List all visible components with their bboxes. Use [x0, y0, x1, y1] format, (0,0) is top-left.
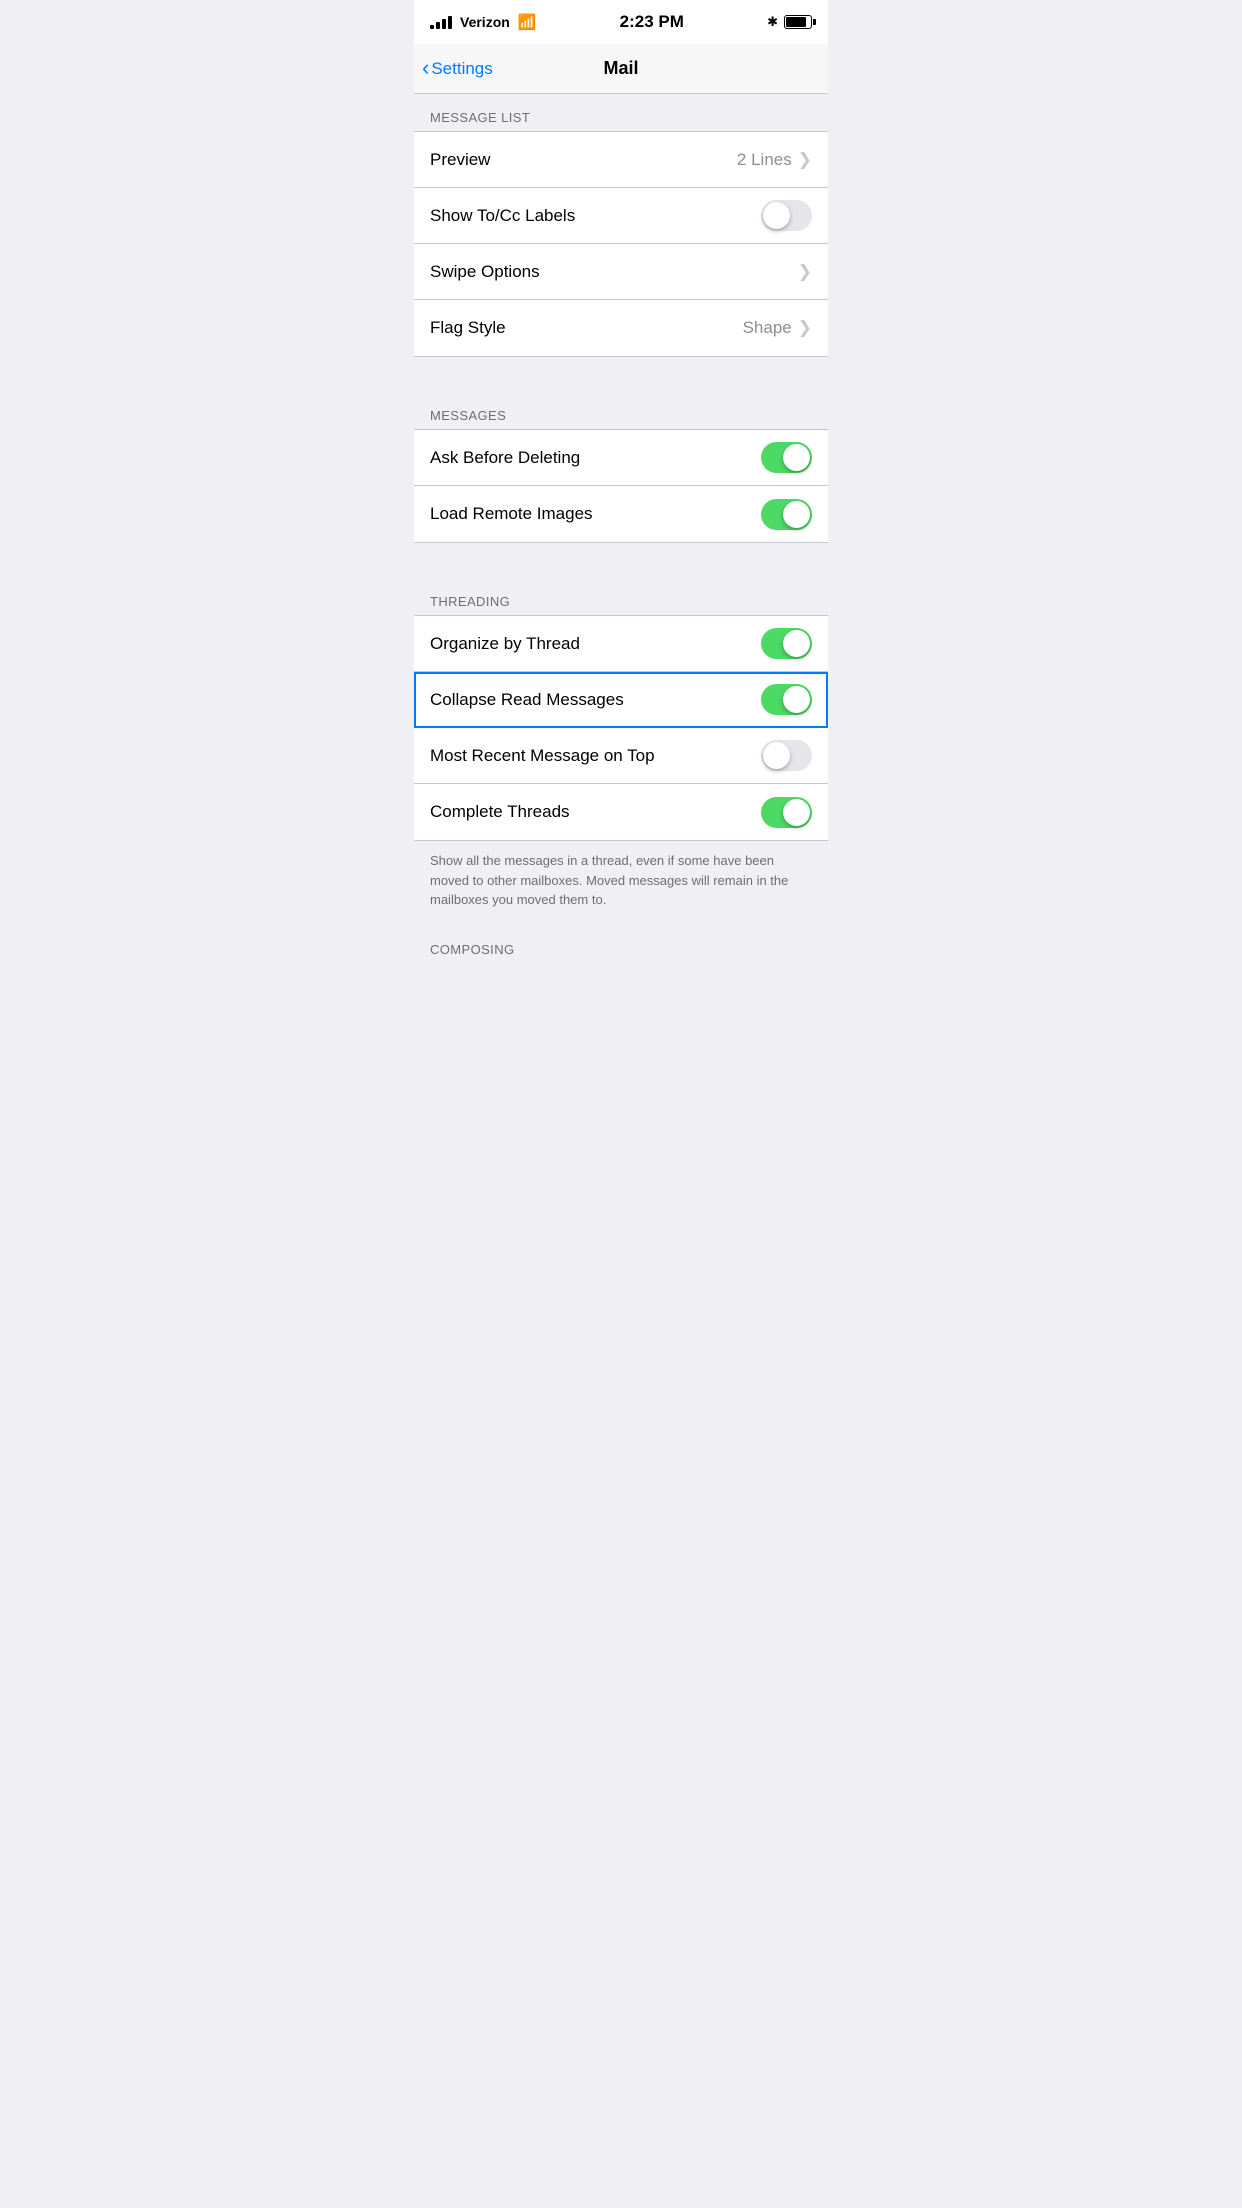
swipe-options-label: Swipe Options	[430, 262, 540, 282]
collapse-read-messages-toggle-thumb	[783, 686, 810, 713]
most-recent-on-top-toggle[interactable]	[761, 740, 812, 771]
row-flag-style[interactable]: Flag Style Shape ❯	[414, 300, 828, 356]
show-tocc-toggle-thumb	[763, 202, 790, 229]
wifi-icon: 📶	[518, 13, 537, 31]
show-tocc-toggle[interactable]	[761, 200, 812, 231]
bluetooth-icon: ✱	[767, 14, 778, 30]
spacer-2	[414, 543, 828, 578]
collapse-read-messages-label: Collapse Read Messages	[430, 690, 624, 710]
signal-bar-3	[442, 19, 446, 29]
show-tocc-label: Show To/Cc Labels	[430, 206, 575, 226]
nav-bar: ‹ Settings Mail	[414, 44, 828, 94]
preview-chevron-icon: ❯	[798, 150, 812, 170]
complete-threads-toggle[interactable]	[761, 797, 812, 828]
status-time: 2:23 PM	[620, 12, 684, 32]
row-collapse-read-messages: Collapse Read Messages	[414, 672, 828, 728]
footer-note: Show all the messages in a thread, even …	[414, 841, 828, 926]
signal-bar-1	[430, 25, 434, 29]
organize-by-thread-toggle[interactable]	[761, 628, 812, 659]
row-load-remote-images: Load Remote Images	[414, 486, 828, 542]
row-show-tocc: Show To/Cc Labels	[414, 188, 828, 244]
battery-icon	[784, 15, 812, 29]
organize-by-thread-toggle-thumb	[783, 630, 810, 657]
flag-style-chevron-icon: ❯	[798, 318, 812, 338]
most-recent-on-top-toggle-thumb	[763, 742, 790, 769]
section-threading: THREADING Organize by Thread Collapse Re…	[414, 578, 828, 841]
load-remote-images-label: Load Remote Images	[430, 504, 593, 524]
complete-threads-label: Complete Threads	[430, 802, 570, 822]
collapse-read-messages-toggle[interactable]	[761, 684, 812, 715]
most-recent-on-top-label: Most Recent Message on Top	[430, 746, 655, 766]
organize-by-thread-label: Organize by Thread	[430, 634, 580, 654]
messages-group: Ask Before Deleting Load Remote Images	[414, 429, 828, 543]
preview-value: 2 Lines	[737, 150, 792, 170]
section-header-messages: MESSAGES	[414, 392, 828, 429]
row-complete-threads: Complete Threads	[414, 784, 828, 840]
section-messages: MESSAGES Ask Before Deleting Load Remote…	[414, 392, 828, 543]
signal-bars	[430, 16, 452, 29]
preview-label: Preview	[430, 150, 490, 170]
flag-style-label: Flag Style	[430, 318, 506, 338]
section-header-message-list: MESSAGE LIST	[414, 94, 828, 131]
status-bar: Verizon 📶 2:23 PM ✱	[414, 0, 828, 44]
ask-before-deleting-label: Ask Before Deleting	[430, 448, 580, 468]
back-chevron-icon: ‹	[422, 57, 429, 79]
flag-style-right: Shape ❯	[743, 318, 812, 338]
ask-before-deleting-toggle[interactable]	[761, 442, 812, 473]
row-most-recent-on-top: Most Recent Message on Top	[414, 728, 828, 784]
carrier-label: Verizon	[460, 14, 510, 30]
spacer-1	[414, 357, 828, 392]
status-left: Verizon 📶	[430, 13, 536, 31]
page-title: Mail	[603, 58, 638, 79]
load-remote-images-toggle-thumb	[783, 501, 810, 528]
swipe-options-right: ❯	[798, 262, 812, 282]
back-button[interactable]: ‹ Settings	[422, 59, 493, 79]
ask-before-deleting-toggle-thumb	[783, 444, 810, 471]
flag-style-value: Shape	[743, 318, 792, 338]
section-message-list: MESSAGE LIST Preview 2 Lines ❯ Show To/C…	[414, 94, 828, 357]
complete-threads-toggle-thumb	[783, 799, 810, 826]
row-swipe-options[interactable]: Swipe Options ❯	[414, 244, 828, 300]
row-ask-before-deleting: Ask Before Deleting	[414, 430, 828, 486]
row-preview[interactable]: Preview 2 Lines ❯	[414, 132, 828, 188]
row-organize-by-thread: Organize by Thread	[414, 616, 828, 672]
signal-bar-2	[436, 22, 440, 29]
section-header-composing: COMPOSING	[414, 926, 828, 963]
message-list-group: Preview 2 Lines ❯ Show To/Cc Labels Swip…	[414, 131, 828, 357]
swipe-options-chevron-icon: ❯	[798, 262, 812, 282]
status-right: ✱	[767, 14, 812, 30]
back-label: Settings	[431, 59, 492, 79]
section-header-threading: THREADING	[414, 578, 828, 615]
load-remote-images-toggle[interactable]	[761, 499, 812, 530]
preview-right: 2 Lines ❯	[737, 150, 812, 170]
battery-fill	[786, 17, 806, 27]
signal-bar-4	[448, 16, 452, 29]
threading-group: Organize by Thread Collapse Read Message…	[414, 615, 828, 841]
